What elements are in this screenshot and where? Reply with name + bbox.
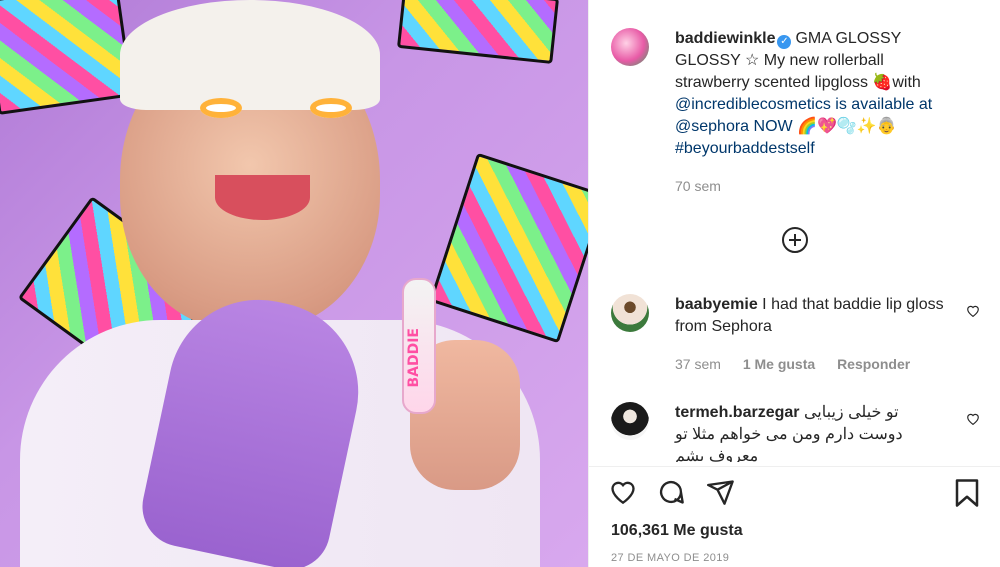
caption-line-2: GLOSSY ☆ My new rollerball [675,52,884,69]
caption-line-4[interactable]: @incrediblecosmetics is available at [675,96,932,113]
share-icon[interactable] [707,478,735,506]
commenter-username[interactable]: baabyemie [675,296,758,313]
post-photo[interactable]: BADDIE [0,0,588,567]
author-avatar[interactable] [611,28,649,66]
commenter-avatar[interactable] [611,402,649,440]
eye-left [200,98,242,118]
comment-item: termeh.barzegar تو خیلی زیبایی دوست دارم… [611,402,980,462]
post-sidebar: baddiewinkle ✓ GMA GLOSSY GLOSSY ☆ My new … [588,0,1000,567]
hair [120,0,380,110]
like-count[interactable]: 106,361 Me gusta [611,522,743,540]
commenter-avatar[interactable] [611,294,649,332]
actions-divider [589,466,1000,467]
load-more-comments-button[interactable] [782,227,808,253]
commenter-username[interactable]: termeh.barzegar [675,404,800,421]
comment-body: baabyemie I had that baddie lip gloss fr… [675,294,945,338]
comment-meta: 37 sem 1 Me gusta Responder [675,356,928,372]
eye-right [310,98,352,118]
author-username[interactable]: baddiewinkle [675,30,775,47]
comment-like-heart-icon[interactable] [966,412,980,429]
palette-box-right [429,152,588,344]
lipgloss-label: BADDIE [406,328,422,388]
caption-line-5[interactable]: @sephora NOW 🌈💖🫧✨👵 [675,118,897,135]
palette-box-top-left [0,0,134,115]
post-actions [609,478,980,514]
post-caption: baddiewinkle ✓ GMA GLOSSY GLOSSY ☆ My new … [675,28,980,160]
post-time[interactable]: 70 sem [675,178,721,194]
comment-like-heart-icon[interactable] [966,304,980,321]
bookmark-icon[interactable] [954,478,980,508]
comment-icon[interactable] [657,478,685,506]
lipgloss-tube: BADDIE [402,278,436,414]
caption-line-3: strawberry scented lipgloss 🍓with [675,74,921,91]
comment-body: termeh.barzegar تو خیلی زیبایی دوست دارم… [675,402,945,462]
caption-hashtag[interactable]: #beyourbaddestself [675,140,815,157]
palette-box-top-right [396,0,560,64]
caption-line-1: GMA GLOSSY [795,30,902,47]
mouth [215,175,310,220]
verified-icon: ✓ [777,35,792,49]
comment-likes[interactable]: 1 Me gusta [743,356,815,372]
reply-button[interactable]: Responder [837,356,910,372]
heart-icon[interactable] [609,478,637,504]
instagram-post: BADDIE baddiewinkle ✓ GMA GLOSSY GLOSSY ☆ … [0,0,1000,567]
post-date[interactable]: 27 DE MAYO DE 2019 [611,552,729,564]
comment-time[interactable]: 37 sem [675,356,721,372]
comment-item: baabyemie I had that baddie lip gloss fr… [611,294,980,384]
